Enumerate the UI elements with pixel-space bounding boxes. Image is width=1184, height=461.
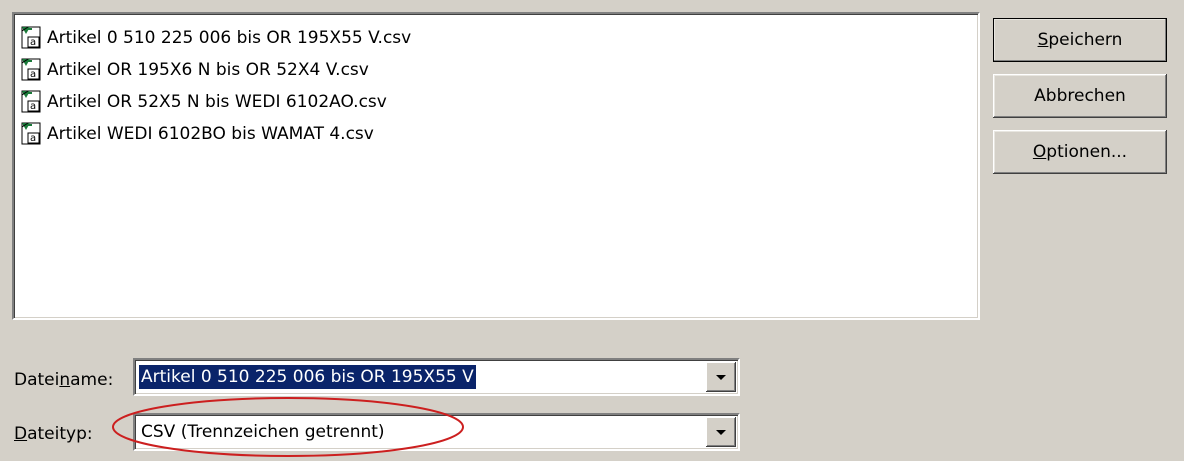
cancel-label: Abbrechen (1034, 86, 1126, 106)
filetype-label-post: ateityp: (27, 424, 93, 444)
svg-text:a: a (30, 133, 36, 144)
chevron-down-icon (716, 374, 726, 380)
options-mnemonic: O (1032, 142, 1047, 162)
list-item[interactable]: a Artikel 0 510 225 006 bis OR 195X55 V.… (20, 26, 411, 50)
filename-input[interactable]: Artikel 0 510 225 006 bis OR 195X55 V (139, 365, 476, 389)
filename-label-mnemonic: n (59, 370, 71, 390)
highlight-ellipse (112, 397, 464, 457)
csv-file-icon: a (21, 122, 41, 145)
list-item[interactable]: a Artikel OR 52X5 N bis WEDI 6102AO.csv (20, 90, 387, 114)
cancel-button[interactable]: Abbrechen (993, 74, 1167, 118)
chevron-down-icon (716, 429, 726, 435)
csv-file-icon: a (21, 90, 41, 113)
filename-label-pre: Datei (14, 370, 60, 390)
file-name: Artikel WEDI 6102BO bis WAMAT 4.csv (47, 124, 374, 144)
save-label: peichern (1048, 30, 1123, 50)
save-button[interactable]: Speichern (993, 18, 1167, 62)
svg-text:a: a (30, 37, 36, 48)
file-name: Artikel OR 52X5 N bis WEDI 6102AO.csv (47, 92, 387, 112)
filename-label-post: ame: (70, 370, 114, 390)
file-name: Artikel OR 195X6 N bis OR 52X4 V.csv (47, 60, 369, 80)
options-label: ptionen... (1046, 142, 1128, 162)
filetype-dropdown-button[interactable] (706, 417, 736, 447)
csv-file-icon: a (21, 26, 41, 49)
save-mnemonic: S (1037, 30, 1049, 50)
list-item[interactable]: a Artikel WEDI 6102BO bis WAMAT 4.csv (20, 122, 374, 146)
csv-file-icon: a (21, 58, 41, 81)
filename-combobox[interactable]: Artikel 0 510 225 006 bis OR 195X55 V (133, 358, 740, 396)
filename-dropdown-button[interactable] (706, 362, 736, 392)
filename-label: Dateiname: (14, 370, 113, 390)
svg-text:a: a (30, 101, 36, 112)
file-name: Artikel 0 510 225 006 bis OR 195X55 V.cs… (47, 28, 412, 48)
filetype-label: Dateityp: (14, 424, 93, 444)
list-item[interactable]: a Artikel OR 195X6 N bis OR 52X4 V.csv (20, 58, 369, 82)
filetype-label-mnemonic: D (14, 424, 28, 444)
file-list[interactable]: a Artikel 0 510 225 006 bis OR 195X55 V.… (12, 12, 980, 320)
options-button[interactable]: Optionen... (993, 130, 1167, 174)
svg-text:a: a (30, 69, 36, 80)
